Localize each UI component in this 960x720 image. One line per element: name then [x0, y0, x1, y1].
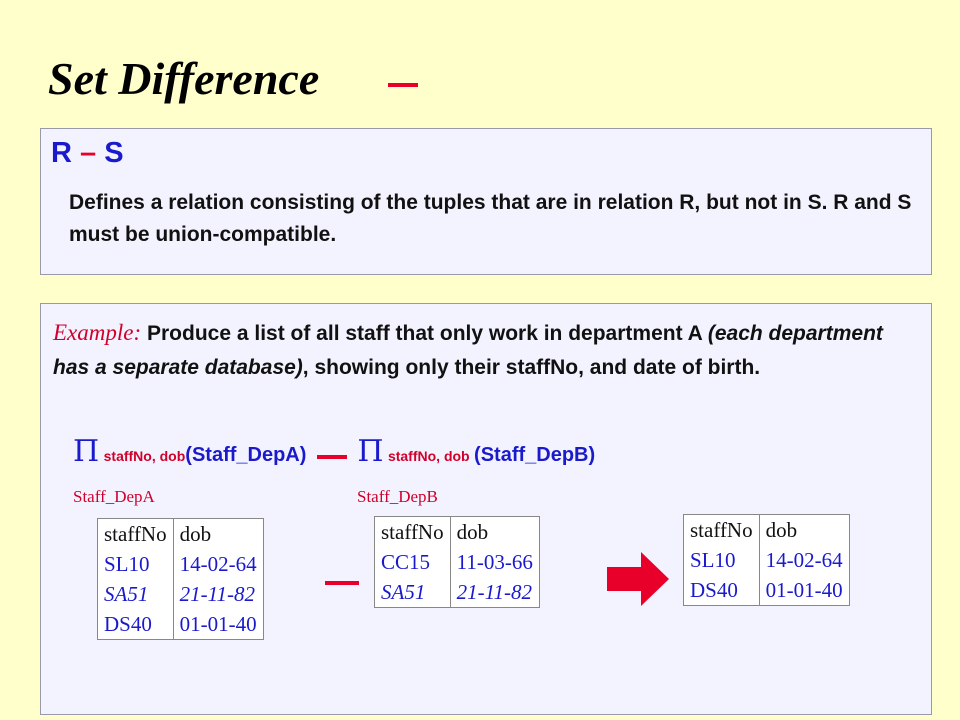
- table-cell: 14-02-64: [765, 548, 843, 572]
- table-staff-depa: staffNo dob SL10 14-02-64 SA51 21-11-82 …: [97, 518, 264, 640]
- column-header: staffNo: [97, 518, 174, 549]
- relation-1: (Staff_DepA): [185, 444, 307, 466]
- example-part3: , showing only their staffNo, and date o…: [302, 356, 761, 379]
- example-part1: Produce a list of all staff that only wo…: [146, 322, 708, 345]
- example-panel: Example: Produce a list of all staff tha…: [40, 303, 932, 715]
- definition-panel: R – S Defines a relation consisting of t…: [40, 128, 932, 275]
- heading-r: R: [51, 137, 72, 169]
- right-arrow-icon: [607, 552, 669, 606]
- table-cell: SL10: [97, 549, 174, 579]
- table-label-b: Staff_DepB: [357, 487, 438, 506]
- projection-attributes-2: staffNo, dob: [387, 448, 470, 464]
- column-header: staffNo: [374, 516, 451, 547]
- page-title: Set Difference: [48, 53, 320, 104]
- example-label: Example:: [53, 320, 142, 345]
- pi-symbol: Π: [357, 434, 384, 469]
- table-result: staffNo dob SL10 14-02-64 DS40 01-01-40: [683, 514, 850, 606]
- table-cell: SA51: [97, 579, 174, 609]
- table-cell: 01-01-40: [179, 612, 257, 636]
- pi-symbol: Π: [73, 434, 100, 469]
- table-cell: CC15: [374, 547, 451, 577]
- column-header: dob: [765, 518, 798, 542]
- column-header: dob: [456, 520, 489, 544]
- column-header: staffNo: [683, 514, 760, 545]
- heading-s: S: [104, 137, 124, 169]
- table-cell: DS40: [97, 609, 174, 640]
- table-cell: SL10: [683, 545, 760, 575]
- difference-operator: [316, 454, 347, 459]
- definition-text: Defines a relation consisting of the tup…: [69, 191, 912, 246]
- definition-heading: R – S: [51, 137, 124, 170]
- difference-minus-symbol: [325, 581, 359, 585]
- title-minus-symbol: [388, 83, 418, 87]
- table-cell: 01-01-40: [765, 578, 843, 602]
- column-header: dob: [179, 522, 212, 546]
- heading-minus: –: [80, 137, 97, 169]
- relational-expression: Π staffNo, dob(Staff_DepA) Π staffNo, do…: [73, 434, 595, 469]
- table-label-a: Staff_DepA: [73, 487, 155, 506]
- table-cell: 11-03-66: [456, 550, 533, 574]
- table-cell: 21-11-82: [179, 582, 256, 606]
- table-cell: 21-11-82: [456, 580, 533, 604]
- table-staff-depb: staffNo dob CC15 11-03-66 SA51 21-11-82: [374, 516, 540, 608]
- relation-2: (Staff_DepB): [474, 444, 596, 466]
- table-cell: DS40: [683, 575, 760, 606]
- table-cell: 14-02-64: [179, 552, 257, 576]
- table-cell: SA51: [374, 577, 451, 608]
- example-text: Example: Produce a list of all staff tha…: [53, 316, 923, 385]
- projection-attributes-1: staffNo, dob: [103, 448, 186, 464]
